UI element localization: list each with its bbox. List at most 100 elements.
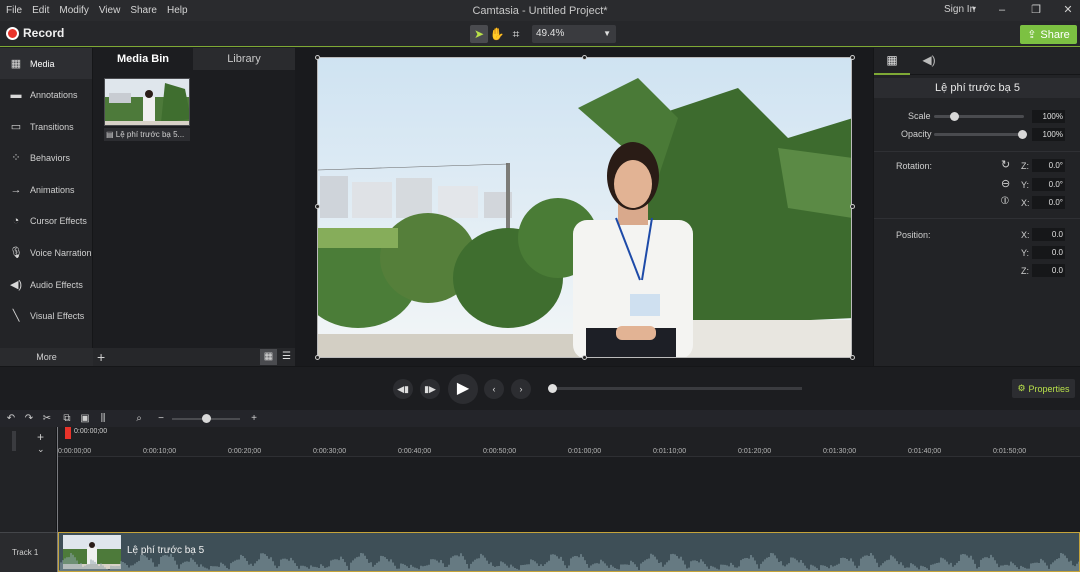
media-bin-footer: + ▦ ☰	[93, 348, 295, 366]
copy-icon[interactable]: ⧉	[60, 412, 74, 425]
redo-icon[interactable]: ↷	[22, 412, 36, 425]
scrubber-knob[interactable]	[548, 384, 557, 393]
media-thumbnail[interactable]	[104, 78, 190, 126]
scale-slider[interactable]	[934, 115, 1024, 118]
behavior-icon: ⁘	[11, 152, 21, 164]
next-icon[interactable]: ›	[511, 379, 531, 399]
resize-handle[interactable]	[850, 355, 855, 360]
share-button[interactable]: ⇪ Share	[1020, 25, 1077, 44]
sidebar-item-behaviors[interactable]: ⁘ Behaviors	[0, 142, 92, 173]
resize-handle[interactable]	[582, 355, 587, 360]
resize-handle[interactable]	[315, 355, 320, 360]
scale-value[interactable]: 100%	[1032, 110, 1065, 123]
opacity-value[interactable]: 100%	[1032, 128, 1065, 141]
cursor-tool-icon[interactable]: ➤	[470, 25, 488, 43]
menu-share[interactable]: Share	[125, 5, 162, 16]
opacity-slider-knob[interactable]	[1018, 130, 1027, 139]
timeline-zoom-knob[interactable]	[202, 414, 211, 423]
step-back-icon[interactable]: ◀▮	[393, 379, 413, 399]
sidebar-item-media[interactable]: ▦ Media	[0, 48, 92, 79]
main-toolbar: Record ➤ ✋ ⌗ 49.4% ▼ ⇪ Share	[0, 21, 1080, 47]
menu-file[interactable]: File	[1, 5, 27, 16]
restore-icon[interactable]: ❐	[1026, 3, 1046, 17]
ruler-tick-label: 0:00:50;00	[483, 448, 517, 455]
timeline-clip[interactable]: Lệ phí trước bạ 5	[58, 532, 1080, 572]
menu-modify[interactable]: Modify	[54, 5, 93, 16]
film-icon: ▤	[106, 130, 114, 139]
rotation-x-label: X:	[1021, 198, 1030, 208]
previous-icon[interactable]: ‹	[484, 379, 504, 399]
zoom-dropdown[interactable]: 49.4% ▼	[532, 25, 616, 43]
resize-handle[interactable]	[315, 204, 320, 209]
position-z-label: Z:	[1021, 266, 1029, 276]
crop-icon[interactable]: ⌗	[507, 25, 525, 43]
resize-handle[interactable]	[582, 55, 587, 60]
grid-view-icon[interactable]: ▦	[260, 349, 277, 365]
split-icon[interactable]: ⫼	[96, 412, 110, 425]
zoom-in-icon[interactable]: +	[247, 412, 261, 425]
zoom-out-icon[interactable]: −	[154, 412, 168, 425]
chevron-down-icon[interactable]: ▾	[972, 4, 976, 13]
sidebar-item-transitions[interactable]: ▭ Transitions	[0, 111, 92, 142]
rotate-x-icon: ⦶	[1001, 195, 1009, 207]
record-button[interactable]: Record	[6, 26, 64, 40]
resize-handle[interactable]	[315, 55, 320, 60]
play-icon[interactable]: ▶	[448, 374, 478, 404]
sidebar-item-voice-narration[interactable]: 🎙 Voice Narration	[0, 237, 92, 268]
step-forward-icon[interactable]: ▮▶	[420, 379, 440, 399]
animation-icon: →	[10, 183, 22, 196]
video-preview[interactable]	[317, 57, 852, 358]
sidebar-item-label: Animations	[30, 184, 75, 195]
playback-controls: ◀▮ ▮▶ ▶ ‹ › ⚙ Properties	[0, 366, 1080, 410]
chevron-down-icon[interactable]: ⌄	[37, 444, 45, 455]
list-view-icon[interactable]: ☰	[278, 349, 295, 365]
opacity-slider[interactable]	[934, 133, 1024, 136]
rotate-y-icon: ⊖	[1001, 178, 1011, 190]
ruler-tick-label: 0:01:10;00	[653, 448, 687, 455]
menu-edit[interactable]: Edit	[27, 5, 54, 16]
rotation-label: Rotation:	[896, 161, 933, 171]
properties-button[interactable]: ⚙ Properties	[1012, 379, 1075, 398]
share-label: Share	[1040, 28, 1070, 41]
search-icon[interactable]: ⌕	[132, 412, 146, 425]
audio-properties-icon[interactable]: ◀)	[914, 48, 944, 75]
rotation-y-value[interactable]: 0.0°	[1032, 178, 1065, 191]
sidebar-item-annotations[interactable]: ▬ Annotations	[0, 79, 92, 110]
sidebar-item-animations[interactable]: → Animations	[0, 174, 92, 205]
media-clip-label[interactable]: ▤ Lệ phí trước bạ 5...	[104, 128, 190, 141]
sign-in-button[interactable]: Sign In	[944, 4, 975, 15]
rotation-z-value[interactable]: 0.0°	[1032, 159, 1065, 172]
more-button[interactable]: More	[0, 348, 93, 366]
hand-pan-icon[interactable]: ✋	[488, 25, 506, 43]
speaker-icon: ◀)	[9, 279, 23, 291]
playhead-marker[interactable]	[65, 427, 71, 439]
menu-help[interactable]: Help	[162, 5, 193, 16]
position-z-value[interactable]: 0.0	[1032, 264, 1065, 277]
cut-icon[interactable]: ✂	[40, 412, 54, 425]
close-icon[interactable]: ✕	[1058, 3, 1078, 17]
paste-icon[interactable]: ▣	[78, 412, 92, 425]
sidebar-item-audio-effects[interactable]: ◀) Audio Effects	[0, 269, 92, 300]
track-label[interactable]: Track 1	[0, 532, 57, 572]
add-icon[interactable]: +	[97, 349, 105, 365]
track-height-slider[interactable]	[12, 431, 16, 451]
minimize-icon[interactable]: –	[992, 3, 1012, 17]
visual-properties-icon[interactable]: ▦	[874, 48, 910, 75]
undo-icon[interactable]: ↶	[4, 412, 18, 425]
divider	[874, 218, 1080, 219]
add-track-icon[interactable]: +	[37, 430, 44, 444]
rotation-x-value[interactable]: 0.0°	[1032, 196, 1065, 209]
position-label: Position:	[896, 230, 931, 240]
tab-media-bin[interactable]: Media Bin	[93, 48, 193, 70]
scale-slider-knob[interactable]	[950, 112, 959, 121]
position-x-value[interactable]: 0.0	[1032, 228, 1065, 241]
playback-scrubber[interactable]	[552, 387, 802, 390]
sidebar-item-visual-effects[interactable]: ╲ Visual Effects	[0, 300, 92, 331]
menu-view[interactable]: View	[94, 5, 126, 16]
sidebar-item-label: Transitions	[30, 121, 74, 132]
resize-handle[interactable]	[850, 204, 855, 209]
tab-library[interactable]: Library	[193, 48, 295, 70]
position-y-value[interactable]: 0.0	[1032, 246, 1065, 259]
resize-handle[interactable]	[850, 55, 855, 60]
sidebar-item-cursor-effects[interactable]: ◔ Cursor Effects	[0, 205, 92, 236]
